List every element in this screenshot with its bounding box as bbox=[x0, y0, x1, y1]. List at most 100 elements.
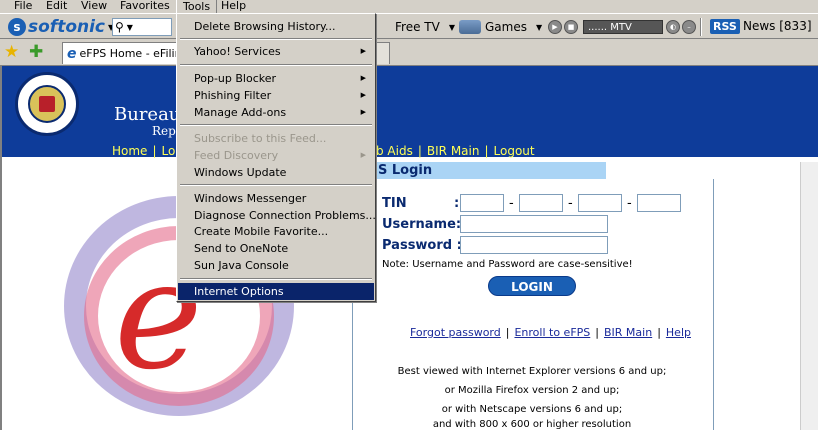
menu-item-internet-options[interactable]: Internet Options bbox=[178, 283, 374, 300]
tin-dash: - bbox=[627, 196, 632, 211]
nav-web-aids[interactable]: b Aids bbox=[376, 144, 413, 158]
tab-efps-home[interactable]: e eFPS Home - eFiling bbox=[62, 42, 180, 64]
menu-item-label: Internet Options bbox=[194, 285, 284, 298]
add-favorite-icon[interactable]: ✚ bbox=[29, 43, 43, 61]
menu-separator bbox=[180, 124, 372, 126]
tools-dropdown-menu: Delete Browsing History... Yahoo! Servic… bbox=[176, 13, 376, 302]
menu-item-label: Yahoo! Services bbox=[194, 45, 281, 58]
browser-info-line: or Mozilla Firefox version 2 and up; bbox=[444, 385, 620, 396]
play-icon[interactable]: ▶ bbox=[548, 20, 562, 34]
menu-item-delete-history[interactable]: Delete Browsing History... bbox=[178, 18, 374, 35]
rss-icon[interactable]: RSS bbox=[710, 19, 740, 34]
browser-info-line: Best viewed with Internet Explorer versi… bbox=[397, 366, 667, 377]
toolbar-separator bbox=[700, 18, 702, 36]
menu-item-diagnose-connection[interactable]: Diagnose Connection Problems... bbox=[178, 207, 376, 224]
chevron-down-icon[interactable]: ▼ bbox=[127, 23, 133, 32]
login-button[interactable]: LOGIN bbox=[488, 276, 576, 296]
minus-icon[interactable]: – bbox=[682, 20, 696, 34]
menu-item-manage-addons[interactable]: Manage Add-ons ▶ bbox=[178, 104, 374, 121]
nav-separator: | bbox=[152, 144, 157, 158]
username-input[interactable] bbox=[460, 215, 608, 233]
password-input[interactable] bbox=[460, 236, 608, 254]
top-nav-right: b Aids | BIR Main | Logout bbox=[376, 144, 535, 158]
menu-separator bbox=[180, 278, 372, 280]
help-link[interactable]: Help bbox=[666, 326, 691, 339]
toolbar: s softonic ▼ ⚲ ▼ Free TV ▼ Games ▼ ▶ ■ .… bbox=[0, 13, 818, 39]
menu-item-label: Delete Browsing History... bbox=[194, 20, 336, 33]
free-tv-button[interactable]: Free TV ▼ bbox=[395, 17, 455, 37]
chevron-down-icon[interactable]: ▼ bbox=[449, 23, 455, 32]
menu-item-sun-java-console[interactable]: Sun Java Console bbox=[178, 257, 374, 274]
submenu-arrow-icon: ▶ bbox=[360, 151, 366, 159]
tin-label: TIN bbox=[382, 196, 407, 211]
browser-info-line: or with Netscape versions 6 and up; bbox=[441, 404, 623, 415]
tin-field-4[interactable] bbox=[637, 194, 681, 212]
browser-info-line: and with 800 x 600 or higher resolution bbox=[432, 419, 632, 430]
menu-tools[interactable]: Tools bbox=[176, 0, 218, 13]
games-label: Games bbox=[485, 20, 527, 34]
menu-item-label: Pop-up Blocker bbox=[194, 72, 277, 85]
volume-icon[interactable]: ◐ bbox=[666, 20, 680, 34]
menu-item-label: Phishing Filter bbox=[194, 89, 272, 102]
tab-row: ★ ✚ e eFPS Home - eFiling bbox=[0, 39, 818, 66]
password-label: Password : bbox=[382, 238, 462, 253]
menu-item-label: Feed Discovery bbox=[194, 149, 279, 162]
menu-item-subscribe-feed: Subscribe to this Feed... bbox=[178, 130, 374, 147]
chevron-down-icon[interactable]: ▼ bbox=[536, 23, 542, 32]
link-separator: | bbox=[657, 326, 661, 339]
nav-bir-main[interactable]: BIR Main bbox=[427, 144, 480, 158]
favorites-star-icon[interactable]: ★ bbox=[4, 43, 19, 61]
tin-field-1[interactable] bbox=[460, 194, 504, 212]
menu-separator bbox=[180, 38, 372, 40]
tab-edge bbox=[376, 42, 390, 64]
ie-icon: e bbox=[67, 45, 77, 62]
tin-field-2[interactable] bbox=[519, 194, 563, 212]
enroll-link[interactable]: Enroll to eFPS bbox=[514, 326, 590, 339]
username-label: Username: bbox=[382, 217, 462, 232]
nav-login[interactable]: Lo bbox=[161, 144, 175, 158]
menu-item-label: Sun Java Console bbox=[194, 259, 289, 272]
menu-item-windows-messenger[interactable]: Windows Messenger bbox=[178, 190, 374, 207]
seal-emblem bbox=[28, 85, 66, 123]
top-nav-left: Home | Lo bbox=[112, 144, 175, 158]
menu-favorites[interactable]: Favorites bbox=[114, 0, 176, 13]
nav-logout[interactable]: Logout bbox=[494, 144, 535, 158]
menu-item-label: Windows Messenger bbox=[194, 192, 307, 205]
bir-seal-logo bbox=[15, 72, 79, 136]
games-button[interactable]: Games ▼ bbox=[459, 17, 542, 37]
submenu-arrow-icon: ▶ bbox=[360, 74, 366, 82]
menu-item-popup-blocker[interactable]: Pop-up Blocker ▶ bbox=[178, 70, 374, 87]
menu-item-yahoo-services[interactable]: Yahoo! Services ▶ bbox=[178, 43, 374, 60]
bir-main-link[interactable]: BIR Main bbox=[604, 326, 652, 339]
forgot-password-link[interactable]: Forgot password bbox=[410, 326, 501, 339]
menu-item-feed-discovery: Feed Discovery ▶ bbox=[178, 147, 374, 164]
search-icon: ⚲ bbox=[115, 20, 124, 34]
menu-item-label: Create Mobile Favorite... bbox=[194, 225, 329, 238]
menu-separator bbox=[180, 184, 372, 186]
softonic-toolbar-logo[interactable]: s softonic ▼ bbox=[8, 17, 114, 37]
nav-home[interactable]: Home bbox=[112, 144, 147, 158]
menu-file[interactable]: File bbox=[8, 0, 38, 13]
player-station-display: ...... MTV bbox=[583, 20, 663, 34]
toolbar-search-input[interactable]: ⚲ ▼ bbox=[112, 18, 172, 36]
stop-icon[interactable]: ■ bbox=[564, 20, 578, 34]
news-button[interactable]: News [833] bbox=[743, 19, 812, 33]
tin-dash: - bbox=[509, 196, 514, 211]
login-heading: S Login bbox=[376, 162, 606, 179]
menu-item-create-mobile-favorite[interactable]: Create Mobile Favorite... bbox=[178, 223, 374, 240]
page-viewport: Bureau Rep Home | Lo b Aids | BIR Main |… bbox=[0, 66, 818, 430]
bir-header: Bureau Rep Home | Lo b Aids | BIR Main |… bbox=[2, 66, 818, 158]
menu-item-send-to-onenote[interactable]: Send to OneNote bbox=[178, 240, 374, 257]
menu-item-phishing-filter[interactable]: Phishing Filter ▶ bbox=[178, 87, 374, 104]
menu-view[interactable]: View bbox=[75, 0, 113, 13]
right-panel bbox=[800, 162, 818, 430]
gamepad-icon bbox=[459, 20, 481, 34]
menu-help[interactable]: Help bbox=[215, 0, 252, 13]
menu-edit[interactable]: Edit bbox=[40, 0, 73, 13]
menu-item-windows-update[interactable]: Windows Update bbox=[178, 164, 374, 181]
menu-item-label: Manage Add-ons bbox=[194, 106, 287, 119]
menu-separator bbox=[180, 64, 372, 66]
tin-dash: - bbox=[568, 196, 573, 211]
tin-field-3[interactable] bbox=[578, 194, 622, 212]
tab-title: eFPS Home - eFiling bbox=[79, 47, 180, 60]
